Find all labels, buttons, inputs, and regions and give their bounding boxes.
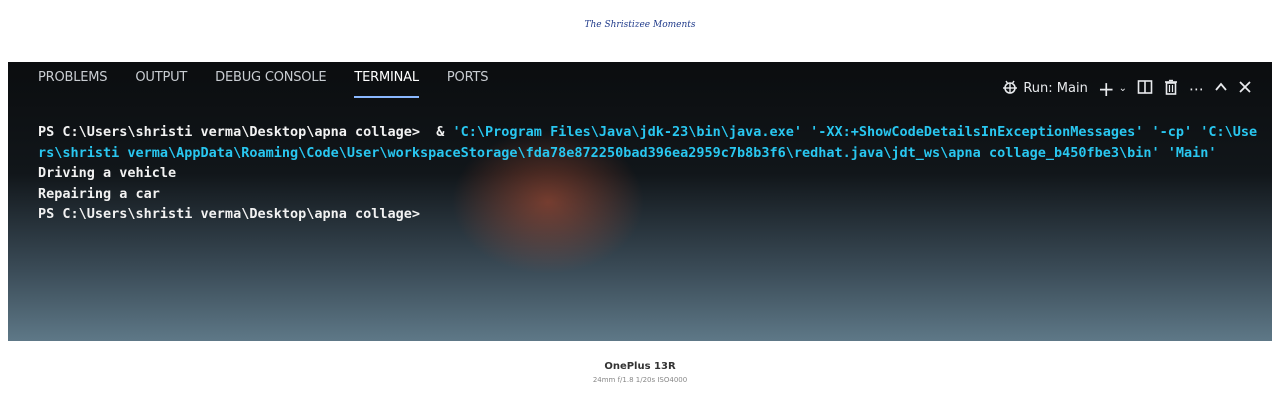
- camera-specs: 24mm f/1.8 1/20s ISO4000: [592, 376, 688, 384]
- terminal-output[interactable]: PS C:\Users\shristi verma\Desktop\apna c…: [38, 122, 1263, 225]
- debug-run-icon: [1001, 78, 1019, 99]
- new-terminal-button[interactable]: + ⌄: [1097, 76, 1127, 101]
- panel-toolbar: Run: Main + ⌄ ⋯: [1001, 78, 1252, 99]
- terminal-panel: PROBLEMS OUTPUT DEBUG CONSOLE TERMINAL P…: [8, 62, 1272, 341]
- terminal-output-line: Repairing a car: [38, 185, 160, 202]
- watermark-logo: The Shristizee Moments: [0, 14, 1280, 31]
- terminal-prompt: PS C:\Users\shristi verma\Desktop\apna c…: [38, 124, 429, 140]
- camera-model: OnePlus 13R: [604, 361, 676, 372]
- panel-tabs: PROBLEMS OUTPUT DEBUG CONSOLE TERMINAL P…: [38, 70, 516, 98]
- terminal-prompt: PS C:\Users\shristi verma\Desktop\apna c…: [38, 206, 421, 222]
- close-icon[interactable]: [1238, 80, 1252, 97]
- trash-icon[interactable]: [1163, 79, 1179, 98]
- tab-ports[interactable]: PORTS: [447, 70, 489, 96]
- tab-debug-console[interactable]: DEBUG CONSOLE: [215, 70, 326, 96]
- run-main-button[interactable]: Run: Main: [1001, 78, 1088, 99]
- terminal-amp: &: [428, 124, 453, 140]
- chevron-up-icon[interactable]: [1214, 80, 1228, 97]
- terminal-output-line: Driving a vehicle: [38, 165, 177, 181]
- plus-icon: +: [1097, 76, 1115, 101]
- split-terminal-icon[interactable]: [1137, 79, 1153, 98]
- more-icon[interactable]: ⋯: [1189, 81, 1204, 97]
- tab-terminal[interactable]: TERMINAL: [354, 70, 419, 98]
- watermark-script: The Shristizee Moments: [584, 20, 696, 30]
- tab-problems[interactable]: PROBLEMS: [38, 70, 108, 96]
- chevron-down-icon[interactable]: ⌄: [1119, 81, 1127, 97]
- run-main-label: Run: Main: [1023, 81, 1088, 96]
- tab-output[interactable]: OUTPUT: [135, 70, 187, 96]
